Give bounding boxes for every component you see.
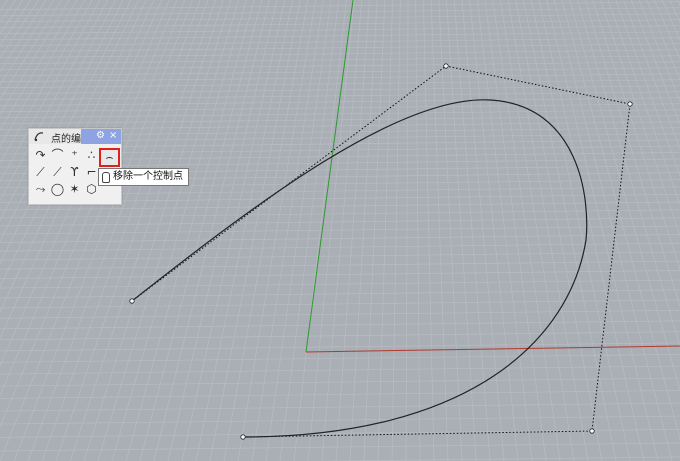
color-points-icon[interactable]: ✶ — [67, 182, 82, 197]
drag-control-point-icon[interactable]: ⌐ — [84, 165, 99, 180]
perspective-viewport[interactable] — [0, 0, 680, 461]
construction-grid — [0, 0, 680, 461]
lasso-icon[interactable]: ◯ — [50, 182, 65, 197]
adjust-end-bulge-icon[interactable]: ⟋ — [50, 165, 65, 180]
insert-point-icon[interactable]: ↷ — [33, 148, 48, 163]
add-point-icon[interactable]: ⁺ — [67, 148, 82, 163]
control-point[interactable] — [443, 63, 449, 69]
handlebar-icon[interactable]: ⟋ — [33, 165, 48, 180]
control-point[interactable] — [129, 298, 135, 304]
control-point[interactable] — [627, 101, 633, 107]
tooltip-text: 移除一个控制点 — [113, 171, 183, 182]
insert-edit-point-icon[interactable]: ∴ — [84, 148, 99, 163]
nurbs-curve[interactable] — [131, 99, 588, 438]
mouse-icon — [102, 172, 110, 183]
control-point[interactable] — [240, 434, 246, 440]
viewport-canvas[interactable] — [0, 0, 680, 461]
toolbar-title: 点的编 — [51, 134, 81, 145]
control-point[interactable] — [589, 428, 595, 434]
y-axis-line — [305, 0, 354, 353]
toolbar-title-bar[interactable]: 点的编 ⚙ × — [29, 129, 121, 145]
point-edit-toolbar: 点的编 ⚙ × ↷ ⌒ ⁺ ∴ ⌢ ⟋ ⟋ ϒ ⌐ ⤳ ◯ ✶ ⬡ — [28, 128, 122, 205]
tangent-point-icon[interactable]: ⤳ — [33, 182, 48, 197]
close-icon[interactable]: × — [109, 130, 117, 141]
box-edit-icon[interactable]: ⬡ — [84, 182, 99, 197]
adjust-blend-icon[interactable]: ϒ — [67, 165, 82, 180]
gear-icon[interactable]: ⚙ — [96, 130, 105, 141]
tooltip: 移除一个控制点 — [98, 168, 189, 186]
insert-kink-icon[interactable]: ⌒ — [50, 148, 65, 163]
remove-control-point-icon[interactable]: ⌢ — [99, 148, 120, 167]
curve-tool-icon — [34, 132, 44, 142]
